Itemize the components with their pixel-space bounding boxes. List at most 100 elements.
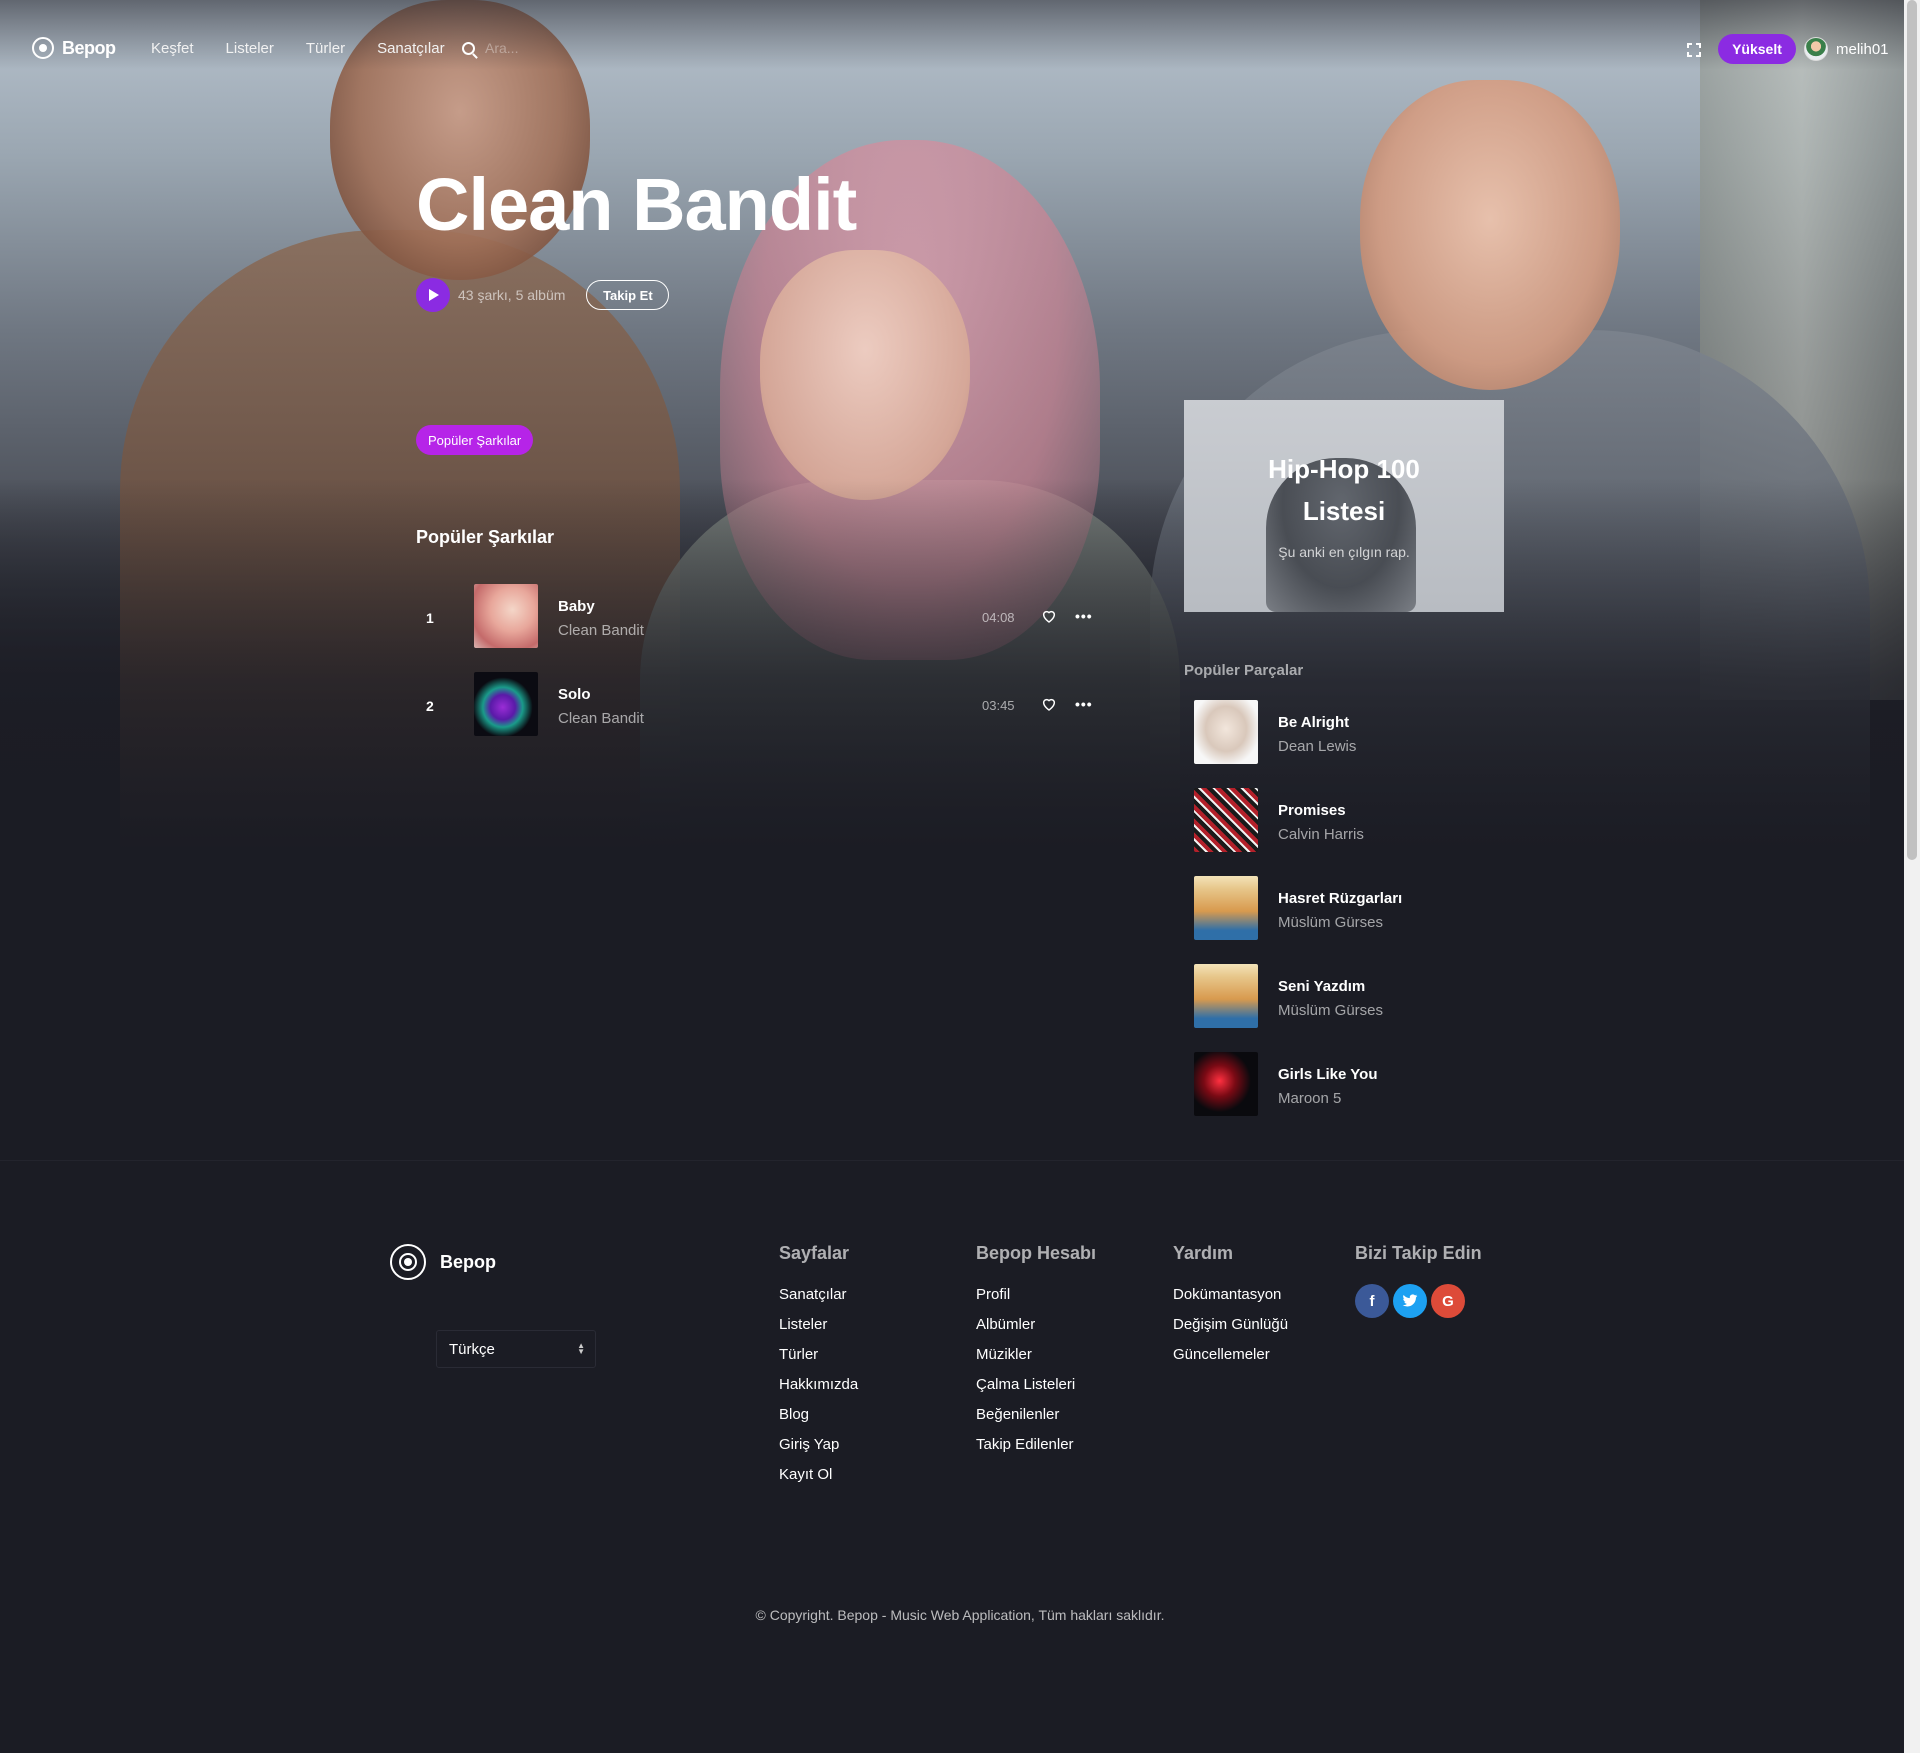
track-cover[interactable] <box>474 672 538 736</box>
track-cover[interactable] <box>1194 1052 1258 1116</box>
track-artist[interactable]: Clean Bandit <box>558 622 644 639</box>
bepop-logo-icon <box>390 1244 426 1280</box>
track-title[interactable]: Solo <box>558 686 591 703</box>
google-icon[interactable]: G <box>1431 1284 1465 1318</box>
footer-column-help: Yardım Dokümantasyon Değişim Günlüğü Gün… <box>1173 1243 1288 1376</box>
track-cover[interactable] <box>1194 964 1258 1028</box>
search-icon[interactable] <box>462 41 475 55</box>
track-title[interactable]: Be Alright <box>1278 714 1349 731</box>
footer-link[interactable]: Türler <box>779 1346 858 1376</box>
track-cover[interactable] <box>1194 788 1258 852</box>
track-number: 2 <box>426 698 434 714</box>
track-cover[interactable] <box>1194 700 1258 764</box>
nav-link-listeler[interactable]: Listeler <box>226 40 274 57</box>
footer-link[interactable]: Takip Edilenler <box>976 1436 1096 1466</box>
twitter-icon[interactable]: t <box>1393 1284 1427 1318</box>
nav-link-sanatcilar[interactable]: Sanatçılar <box>377 40 445 57</box>
track-artist[interactable]: Müslüm Gürses <box>1278 1002 1383 1019</box>
footer-column-title: Sayfalar <box>779 1243 850 1263</box>
footer-column-pages: Sayfalar Sanatçılar Listeler Türler Hakk… <box>779 1243 858 1496</box>
track-title[interactable]: Promises <box>1278 802 1346 819</box>
nav-link-kesfet[interactable]: Keşfet <box>151 40 194 57</box>
top-navbar: Bepop Keşfet Listeler Türler Sanatçılar … <box>0 0 1904 96</box>
footer-link[interactable]: Albümler <box>976 1316 1096 1346</box>
avatar <box>1804 37 1828 61</box>
footer-link[interactable]: Sanatçılar <box>779 1286 858 1316</box>
footer-link[interactable]: Beğenilenler <box>976 1406 1096 1436</box>
language-selected-value: Türkçe <box>449 1340 495 1358</box>
user-menu[interactable]: melih01 <box>1804 37 1889 61</box>
track-duration: 03:45 <box>982 698 1015 713</box>
fullscreen-icon[interactable] <box>1687 43 1701 57</box>
main-nav: Keşfet Listeler Türler Sanatçılar <box>151 40 445 57</box>
footer-link[interactable]: Giriş Yap <box>779 1436 858 1466</box>
nav-link-turler[interactable]: Türler <box>306 40 345 57</box>
footer-link[interactable]: Güncellemeler <box>1173 1346 1288 1376</box>
footer-link[interactable]: Çalma Listeleri <box>976 1376 1096 1406</box>
artist-stats: 43 şarkı, 5 albüm <box>458 287 566 303</box>
footer-link[interactable]: Değişim Günlüğü <box>1173 1316 1288 1346</box>
list-item[interactable]: Seni Yazdım Müslüm Gürses <box>1194 964 1514 1052</box>
footer-link[interactable]: Müzikler <box>976 1346 1096 1376</box>
footer-brand-name: Bepop <box>440 1251 496 1272</box>
select-arrows-icon: ▲ ▼ <box>577 1341 585 1356</box>
footer-column-title: Bepop Hesabı <box>976 1243 1097 1263</box>
footer-link[interactable]: Listeler <box>779 1316 858 1346</box>
scrollbar-thumb[interactable] <box>1907 0 1917 860</box>
footer-column-title: Bizi Takip Edin <box>1355 1243 1482 1263</box>
track-duration: 04:08 <box>982 610 1015 625</box>
track-artist[interactable]: Dean Lewis <box>1278 738 1356 755</box>
heart-icon[interactable] <box>1041 608 1057 624</box>
track-title[interactable]: Hasret Rüzgarları <box>1278 890 1402 907</box>
footer-column-social: Bizi Takip Edin f t G <box>1355 1243 1482 1318</box>
bepop-logo-icon <box>32 37 54 59</box>
facebook-icon[interactable]: f <box>1355 1284 1389 1318</box>
footer-divider <box>0 1160 1904 1161</box>
playlist-promo-card[interactable]: Hip-Hop 100 Listesi Şu anki en çılgın ra… <box>1184 400 1504 612</box>
popular-songs-title: Popüler Şarkılar <box>416 527 555 547</box>
footer-column-account: Bepop Hesabı Profil Albümler Müzikler Ça… <box>976 1243 1096 1466</box>
play-button[interactable] <box>416 278 450 312</box>
footer-column-title: Yardım <box>1173 1243 1234 1263</box>
track-artist[interactable]: Müslüm Gürses <box>1278 914 1383 931</box>
more-options-icon[interactable]: ••• <box>1075 608 1093 624</box>
more-options-icon[interactable]: ••• <box>1075 696 1093 712</box>
language-select[interactable]: Türkçe ▲ ▼ <box>436 1330 596 1368</box>
username: melih01 <box>1836 40 1889 58</box>
popular-songs-list: 1 Baby Clean Bandit 04:08 ••• 2 Solo Cle… <box>416 584 1096 760</box>
upgrade-button[interactable]: Yükselt <box>1718 34 1796 64</box>
brand-logo[interactable]: Bepop <box>32 37 116 59</box>
footer-logo[interactable]: Bepop <box>390 1244 496 1280</box>
heart-icon[interactable] <box>1041 696 1057 712</box>
list-item[interactable]: Girls Like You Maroon 5 <box>1194 1052 1514 1140</box>
follow-button[interactable]: Takip Et <box>586 280 670 310</box>
footer-link[interactable]: Dokümantasyon <box>1173 1286 1288 1316</box>
footer-link[interactable]: Hakkımızda <box>779 1376 858 1406</box>
track-cover[interactable] <box>474 584 538 648</box>
popular-tracks-list: Be Alright Dean Lewis Promises Calvin Ha… <box>1194 700 1514 1140</box>
copyright-text: © Copyright. Bepop - Music Web Applicati… <box>755 1607 1165 1623</box>
promo-subtitle: Şu anki en çılgın rap. <box>1278 544 1410 560</box>
track-title[interactable]: Baby <box>558 598 595 615</box>
track-artist[interactable]: Maroon 5 <box>1278 1090 1341 1107</box>
list-item[interactable]: Hasret Rüzgarları Müslüm Gürses <box>1194 876 1514 964</box>
list-item[interactable]: Promises Calvin Harris <box>1194 788 1514 876</box>
tab-popular-songs[interactable]: Popüler Şarkılar <box>416 425 534 455</box>
artist-name: Clean Bandit <box>416 163 857 246</box>
track-row[interactable]: 1 Baby Clean Bandit 04:08 ••• <box>416 584 1096 672</box>
track-artist[interactable]: Clean Bandit <box>558 710 644 727</box>
artist-meta: 43 şarkı, 5 albüm Takip Et <box>416 278 670 312</box>
footer-link[interactable]: Blog <box>779 1406 858 1436</box>
track-artist[interactable]: Calvin Harris <box>1278 826 1364 843</box>
search-input[interactable] <box>485 40 605 56</box>
search-bar <box>462 40 605 56</box>
track-title[interactable]: Girls Like You <box>1278 1066 1377 1083</box>
promo-title: Hip-Hop 100 Listesi <box>1268 454 1420 526</box>
footer-link[interactable]: Profil <box>976 1286 1096 1316</box>
track-cover[interactable] <box>1194 876 1258 940</box>
track-title[interactable]: Seni Yazdım <box>1278 978 1365 995</box>
list-item[interactable]: Be Alright Dean Lewis <box>1194 700 1514 788</box>
footer-link[interactable]: Kayıt Ol <box>779 1466 858 1496</box>
social-links: f t G <box>1355 1284 1482 1318</box>
track-row[interactable]: 2 Solo Clean Bandit 03:45 ••• <box>416 672 1096 760</box>
